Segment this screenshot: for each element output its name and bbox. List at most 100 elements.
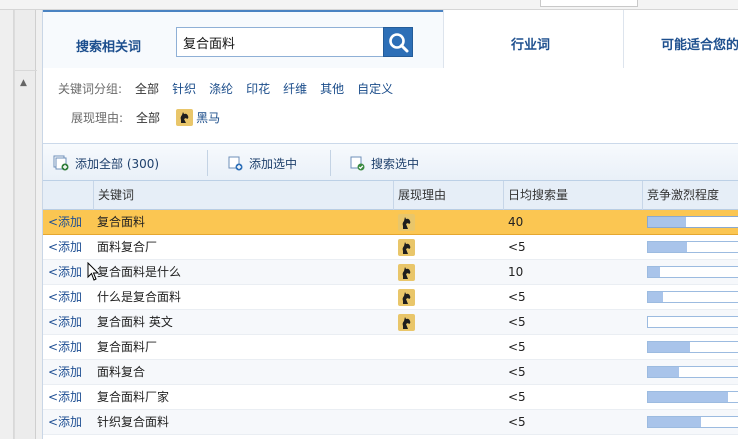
competition-bar-fill [648, 367, 679, 377]
search-volume-cell: <5 [508, 340, 526, 354]
keyword-cell: 复合面料 [97, 215, 146, 229]
tab-industry-words-label: 行业词 [511, 38, 551, 53]
table-row[interactable]: <添加 针织复合面料 <5 [43, 410, 738, 435]
add-keyword-link[interactable]: <添加 [48, 285, 82, 310]
search-selected-label: 搜索选中 [371, 156, 420, 171]
mouse-cursor-icon [87, 262, 100, 281]
tab-may-suit-you-label: 可能适合您的 [661, 38, 738, 53]
dark-horse-icon [398, 264, 415, 281]
table-row[interactable]: <添加 什么是复合面料 <5 [43, 285, 738, 310]
keyword-cell: 面料复合 [97, 365, 146, 379]
add-selected-label: 添加选中 [249, 156, 298, 171]
group-option-polyester[interactable]: 涤纶 [209, 80, 233, 97]
competition-bar-fill [648, 342, 690, 352]
search-icon [389, 33, 409, 53]
vertical-scrollbar[interactable]: ▲ [14, 10, 37, 439]
keyword-group-filter: 关键词分组: 全部 针织 涤纶 印花 纤维 其他 自定义 [58, 78, 393, 98]
add-all-button[interactable]: 添加全部 (300) [53, 153, 159, 173]
header-keyword[interactable]: 关键词 [93, 181, 393, 210]
header-competition-level[interactable]: 竞争激烈程度 [642, 181, 738, 210]
add-selected-icon [227, 155, 243, 171]
keyword-cell: 复合面料厂 [97, 340, 158, 354]
header-display-reason[interactable]: 展现理由 [393, 181, 503, 210]
left-pane [0, 10, 14, 439]
filter-area: 关键词分组: 全部 针织 涤纶 印花 纤维 其他 自定义 展现理由: 全部 黑马 [43, 68, 738, 143]
group-option-custom[interactable]: 自定义 [357, 80, 393, 97]
search-volume-cell: <5 [508, 315, 526, 329]
keyword-panel: 搜索相关词 行业词 可能适合您的 关键词分组: 全部 针织 涤纶 印花 纤维 [42, 10, 738, 439]
group-option-print[interactable]: 印花 [246, 80, 270, 97]
add-selected-button[interactable]: 添加选中 [227, 153, 297, 173]
search-box[interactable] [176, 27, 384, 57]
table-row[interactable]: <添加 面料复合厂 <5 [43, 235, 738, 260]
keyword-cell: 复合面料 英文 [97, 315, 173, 329]
scroll-up-icon[interactable]: ▲ [20, 78, 27, 88]
competition-bar-fill [648, 292, 663, 302]
display-reason-filter: 展现理由: 全部 黑马 [71, 107, 220, 127]
table-row[interactable]: <添加 复合面料厂 <5 [43, 335, 738, 360]
header-daily-search-volume[interactable]: 日均搜索量 [503, 181, 642, 210]
add-keyword-link[interactable]: <添加 [48, 210, 82, 235]
tab-search-related[interactable]: 搜索相关词 [43, 10, 443, 68]
table-row[interactable]: <添加 面料复合 <5 [43, 360, 738, 385]
group-option-all[interactable]: 全部 [135, 80, 159, 97]
add-keyword-link[interactable]: <添加 [48, 335, 82, 360]
search-volume-cell: <5 [508, 390, 526, 404]
group-option-knit[interactable]: 针织 [172, 80, 196, 97]
toolbar-separator [330, 150, 331, 176]
competition-bar [647, 266, 738, 278]
display-reason-label: 展现理由: [71, 110, 124, 125]
top-input-field[interactable] [540, 0, 638, 7]
search-volume-cell: <5 [508, 240, 526, 254]
table-row[interactable]: <添加 复合面料 40 [43, 210, 738, 235]
competition-bar [647, 316, 738, 328]
add-keyword-link[interactable]: <添加 [48, 235, 82, 260]
keyword-cell: 复合面料是什么 [97, 265, 182, 279]
add-all-label: 添加全部 (300) [75, 156, 160, 171]
search-volume-cell: <5 [508, 415, 526, 429]
search-volume-cell: 10 [508, 265, 524, 279]
competition-bar [647, 366, 738, 378]
competition-bar-fill [648, 392, 729, 402]
add-keyword-link[interactable]: <添加 [48, 360, 82, 385]
competition-bar [647, 216, 738, 228]
competition-bar-fill [648, 217, 687, 227]
tab-bar: 搜索相关词 行业词 可能适合您的 [43, 10, 738, 68]
search-button[interactable] [383, 27, 413, 57]
add-all-icon [53, 155, 69, 171]
competition-bar [647, 341, 738, 353]
competition-bar [647, 291, 738, 303]
tab-may-suit-you[interactable]: 可能适合您的 [623, 10, 738, 68]
reason-option-dark-horse[interactable]: 黑马 [196, 109, 220, 126]
competition-bar [647, 241, 738, 253]
table-row[interactable]: <添加 复合面料 英文 <5 [43, 310, 738, 335]
competition-bar [647, 391, 738, 403]
search-volume-cell: 40 [508, 215, 524, 229]
tab-industry-words[interactable]: 行业词 [443, 10, 623, 68]
keyword-cell: 面料复合厂 [97, 240, 158, 254]
table-row[interactable]: <添加 复合面料是什么 10 [43, 260, 738, 285]
add-keyword-link[interactable]: <添加 [48, 410, 82, 435]
dark-horse-icon [176, 108, 194, 126]
top-window-strip [0, 0, 738, 10]
table-row[interactable]: <添加 复合面料厂家 <5 [43, 385, 738, 410]
dark-horse-icon [398, 239, 415, 256]
competition-bar-fill [648, 242, 688, 252]
scrollbar-divider [15, 70, 37, 71]
add-keyword-link[interactable]: <添加 [48, 260, 82, 285]
tab-search-related-label: 搜索相关词 [76, 40, 142, 55]
reason-option-all[interactable]: 全部 [136, 109, 160, 126]
search-volume-cell: <5 [508, 365, 526, 379]
group-option-fiber[interactable]: 纤维 [283, 80, 307, 97]
dark-horse-icon [398, 289, 415, 306]
search-volume-cell: <5 [508, 290, 526, 304]
keyword-cell: 针织复合面料 [97, 415, 170, 429]
search-selected-button[interactable]: 搜索选中 [349, 153, 419, 173]
add-keyword-link[interactable]: <添加 [48, 310, 82, 335]
competition-bar [647, 416, 738, 428]
add-keyword-link[interactable]: <添加 [48, 385, 82, 410]
group-option-other[interactable]: 其他 [320, 80, 344, 97]
table-header: 关键词 展现理由 日均搜索量 竞争激烈程度 [43, 181, 738, 210]
dark-horse-icon [398, 214, 415, 231]
search-input[interactable] [183, 33, 379, 51]
